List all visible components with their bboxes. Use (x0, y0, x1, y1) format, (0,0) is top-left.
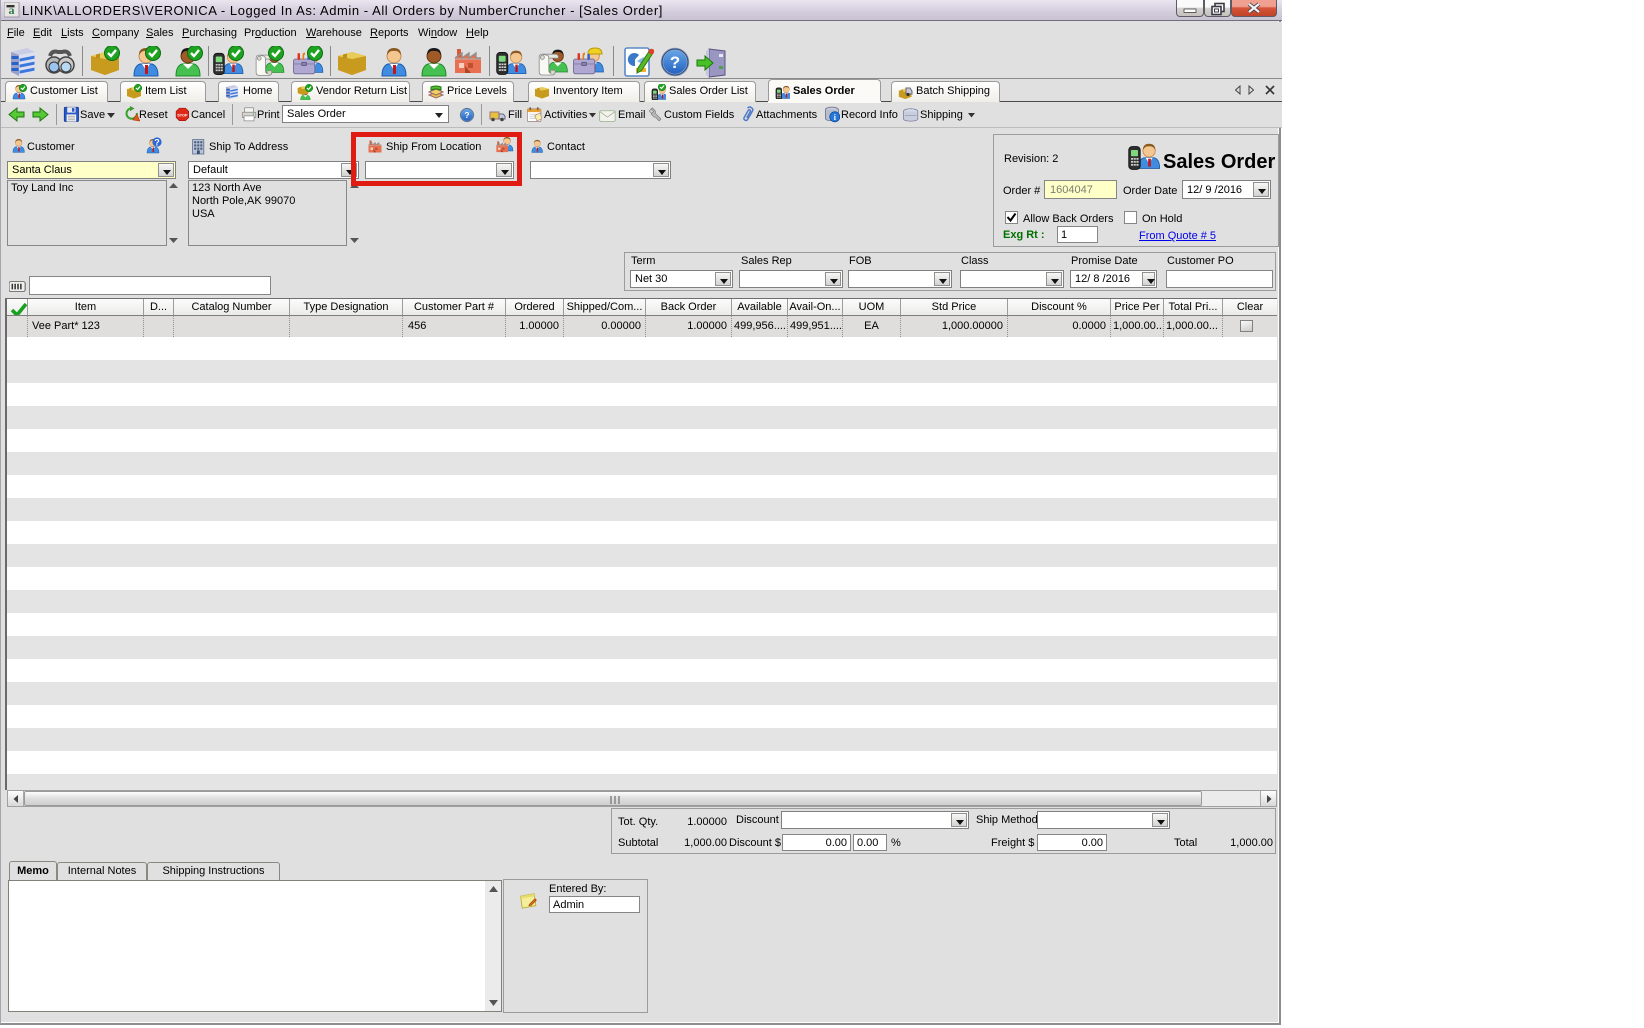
svg-text:?: ? (154, 137, 160, 147)
